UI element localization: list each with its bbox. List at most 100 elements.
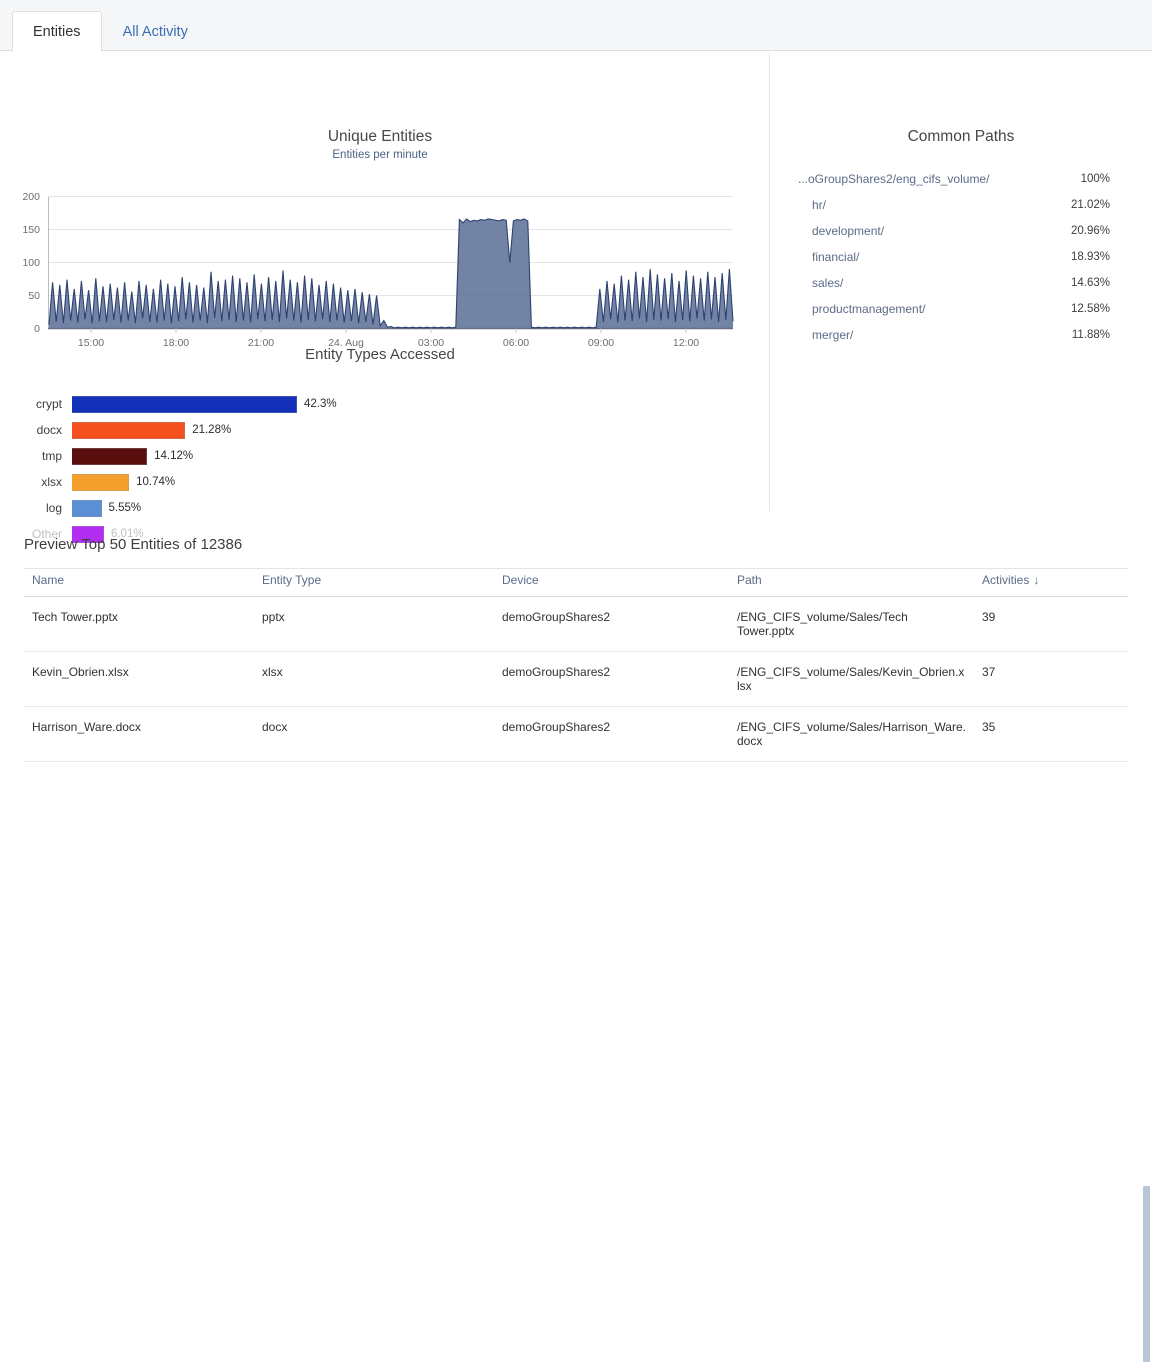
entity-type-label: log bbox=[0, 501, 72, 515]
column-header-device[interactable]: Device bbox=[494, 569, 729, 597]
entity-types-bar-list: crypt 42.3% docx 21.28% tmp 14.12% xlsx 10.74% l… bbox=[0, 391, 760, 547]
entity-type-row[interactable]: log 5.55% bbox=[0, 495, 760, 521]
time-series-svg: 200 150 100 50 0 bbox=[0, 169, 760, 359]
common-path-row[interactable]: financial/18.93% bbox=[770, 244, 1152, 270]
entity-type-value: 42.3% bbox=[297, 398, 337, 410]
cell-activities: 35 bbox=[974, 762, 1128, 775]
cell-entity-type: pptx bbox=[254, 762, 494, 775]
common-path-label[interactable]: financial/ bbox=[798, 250, 859, 264]
cell-name[interactable]: Harrison_Ware.docx bbox=[24, 707, 254, 762]
common-path-percent: 14.63% bbox=[1071, 277, 1110, 289]
entity-type-bar[interactable] bbox=[72, 500, 102, 517]
column-header-activities-label: Activities bbox=[982, 573, 1029, 587]
table-row[interactable]: Harrison_Ware.docxdocxdemoGroupShares2/E… bbox=[24, 707, 1128, 762]
series-area bbox=[49, 219, 733, 329]
entity-type-label: xlsx bbox=[0, 475, 72, 489]
common-path-row[interactable]: merger/11.88% bbox=[770, 322, 1152, 348]
common-path-percent: 12.58% bbox=[1071, 303, 1110, 315]
entity-type-bar[interactable] bbox=[72, 474, 129, 491]
svg-text:150: 150 bbox=[22, 224, 40, 236]
column-header-entity-type[interactable]: Entity Type bbox=[254, 569, 494, 597]
entity-type-label: docx bbox=[0, 423, 72, 437]
unique-entities-chart[interactable]: 200 150 100 50 0 bbox=[0, 169, 760, 359]
entity-type-row[interactable]: docx 21.28% bbox=[0, 417, 760, 443]
entity-type-bar[interactable] bbox=[72, 448, 147, 465]
preview-table-body: Tech Tower.pptxpptxdemoGroupShares2/ENG_… bbox=[24, 597, 1128, 775]
common-path-row[interactable]: hr/21.02% bbox=[770, 192, 1152, 218]
unique-entities-subtitle: Entities per minute bbox=[0, 149, 760, 161]
common-paths-panel: Common Paths ...oGroupShares2/eng_cifs_v… bbox=[770, 111, 1152, 348]
table-header-row: Name Entity Type Device Path Activities↓ bbox=[24, 569, 1128, 597]
column-header-name[interactable]: Name bbox=[24, 569, 254, 597]
unique-entities-title: Unique Entities bbox=[0, 111, 760, 146]
tab-all-activity[interactable]: All Activity bbox=[102, 11, 209, 52]
entity-types-panel: Entity Types Accessed crypt42.3%docx21.2… bbox=[0, 346, 760, 547]
svg-text:0: 0 bbox=[34, 323, 40, 335]
cell-entity-type: pptx bbox=[254, 597, 494, 652]
table-scrollbar-track[interactable] bbox=[1140, 592, 1152, 774]
common-path-label[interactable]: sales/ bbox=[798, 276, 843, 290]
entity-type-value: 14.12% bbox=[147, 450, 193, 462]
cell-path[interactable]: /ENG_CIFS_volume/Sales/Kevin_Obrien.xlsx bbox=[729, 652, 974, 707]
common-path-percent: 20.96% bbox=[1071, 225, 1110, 237]
common-path-percent: 100% bbox=[1081, 173, 1110, 185]
preview-table-head: Name Entity Type Device Path Activities↓ bbox=[24, 569, 1128, 597]
entity-type-bar[interactable] bbox=[72, 422, 185, 439]
cell-entity-type: xlsx bbox=[254, 652, 494, 707]
cell-entity-type: docx bbox=[254, 707, 494, 762]
common-path-row[interactable]: productmanagement/12.58% bbox=[770, 296, 1152, 322]
dashboard-top-section: Unique Entities Entities per minute 20 bbox=[0, 51, 1152, 519]
column-header-path[interactable]: Path bbox=[729, 569, 974, 597]
cell-path[interactable]: /ENG_CIFS_volume/Sales/Tech Tower.pptx bbox=[729, 597, 974, 652]
common-path-percent: 18.93% bbox=[1071, 251, 1110, 263]
entity-type-row[interactable]: tmp 14.12% bbox=[0, 443, 760, 469]
cell-device: demoGroupShares2 bbox=[494, 762, 729, 775]
entity-type-label: tmp bbox=[0, 449, 72, 463]
common-paths-list: ...oGroupShares2/eng_cifs_volume/100%hr/… bbox=[770, 166, 1152, 348]
entity-type-bar[interactable] bbox=[72, 396, 297, 413]
table-scrollbar-thumb[interactable] bbox=[1143, 1186, 1150, 1362]
common-path-label[interactable]: development/ bbox=[798, 224, 884, 238]
column-header-activities[interactable]: Activities↓ bbox=[974, 569, 1128, 597]
table-row[interactable]: Kevin_Obrien.xlsxxlsxdemoGroupShares2/EN… bbox=[24, 652, 1128, 707]
preview-table: Name Entity Type Device Path Activities↓… bbox=[24, 568, 1128, 774]
common-path-label[interactable]: merger/ bbox=[798, 328, 853, 342]
common-path-row[interactable]: development/20.96% bbox=[770, 218, 1152, 244]
cell-device: demoGroupShares2 bbox=[494, 707, 729, 762]
entity-type-value: 21.28% bbox=[185, 424, 231, 436]
cell-activities: 37 bbox=[974, 652, 1128, 707]
cell-device: demoGroupShares2 bbox=[494, 597, 729, 652]
common-path-label[interactable]: hr/ bbox=[798, 198, 826, 212]
preview-table-container[interactable]: Name Entity Type Device Path Activities↓… bbox=[24, 568, 1152, 774]
common-path-row[interactable]: sales/14.63% bbox=[770, 270, 1152, 296]
svg-text:200: 200 bbox=[22, 191, 40, 203]
cell-name[interactable]: Tech Tower.pptx bbox=[24, 597, 254, 652]
entity-type-row[interactable]: xlsx 10.74% bbox=[0, 469, 760, 495]
cell-path[interactable]: /ENG_CIFS_volume/Sales/Matter Shop Lifte… bbox=[729, 762, 974, 775]
svg-text:100: 100 bbox=[22, 257, 40, 269]
common-path-label[interactable]: ...oGroupShares2/eng_cifs_volume/ bbox=[798, 172, 989, 186]
cell-name[interactable]: Kevin_Obrien.xlsx bbox=[24, 652, 254, 707]
sort-descending-icon: ↓ bbox=[1029, 573, 1039, 587]
cell-path[interactable]: /ENG_CIFS_volume/Sales/Harrison_Ware.doc… bbox=[729, 707, 974, 762]
cell-activities: 39 bbox=[974, 597, 1128, 652]
tab-bar: Entities All Activity bbox=[0, 0, 1152, 51]
common-path-label[interactable]: productmanagement/ bbox=[798, 302, 925, 316]
common-path-row[interactable]: ...oGroupShares2/eng_cifs_volume/100% bbox=[770, 166, 1152, 192]
unique-entities-panel: Unique Entities Entities per minute 20 bbox=[0, 111, 760, 359]
preview-heading: Preview Top 50 Entities of 12386 bbox=[0, 528, 242, 553]
common-paths-title: Common Paths bbox=[770, 111, 1152, 146]
table-row[interactable]: Tech Tower.pptxpptxdemoGroupShares2/ENG_… bbox=[24, 597, 1128, 652]
entity-type-row[interactable]: crypt 42.3% bbox=[0, 391, 760, 417]
entity-type-label: crypt bbox=[0, 397, 72, 411]
entity-type-value: 5.55% bbox=[102, 502, 142, 514]
cell-device: demoGroupShares2 bbox=[494, 652, 729, 707]
entity-type-value: 10.74% bbox=[129, 476, 175, 488]
tab-entities[interactable]: Entities bbox=[12, 11, 102, 52]
table-row[interactable]: Matter Shop Lifters.pptxpptxdemoGroupSha… bbox=[24, 762, 1128, 775]
svg-text:50: 50 bbox=[28, 290, 40, 302]
y-tick-labels: 200 150 100 50 0 bbox=[22, 191, 40, 335]
cell-activities: 35 bbox=[974, 707, 1128, 762]
cell-name[interactable]: Matter Shop Lifters.pptx bbox=[24, 762, 254, 775]
common-path-percent: 11.88% bbox=[1072, 329, 1110, 341]
